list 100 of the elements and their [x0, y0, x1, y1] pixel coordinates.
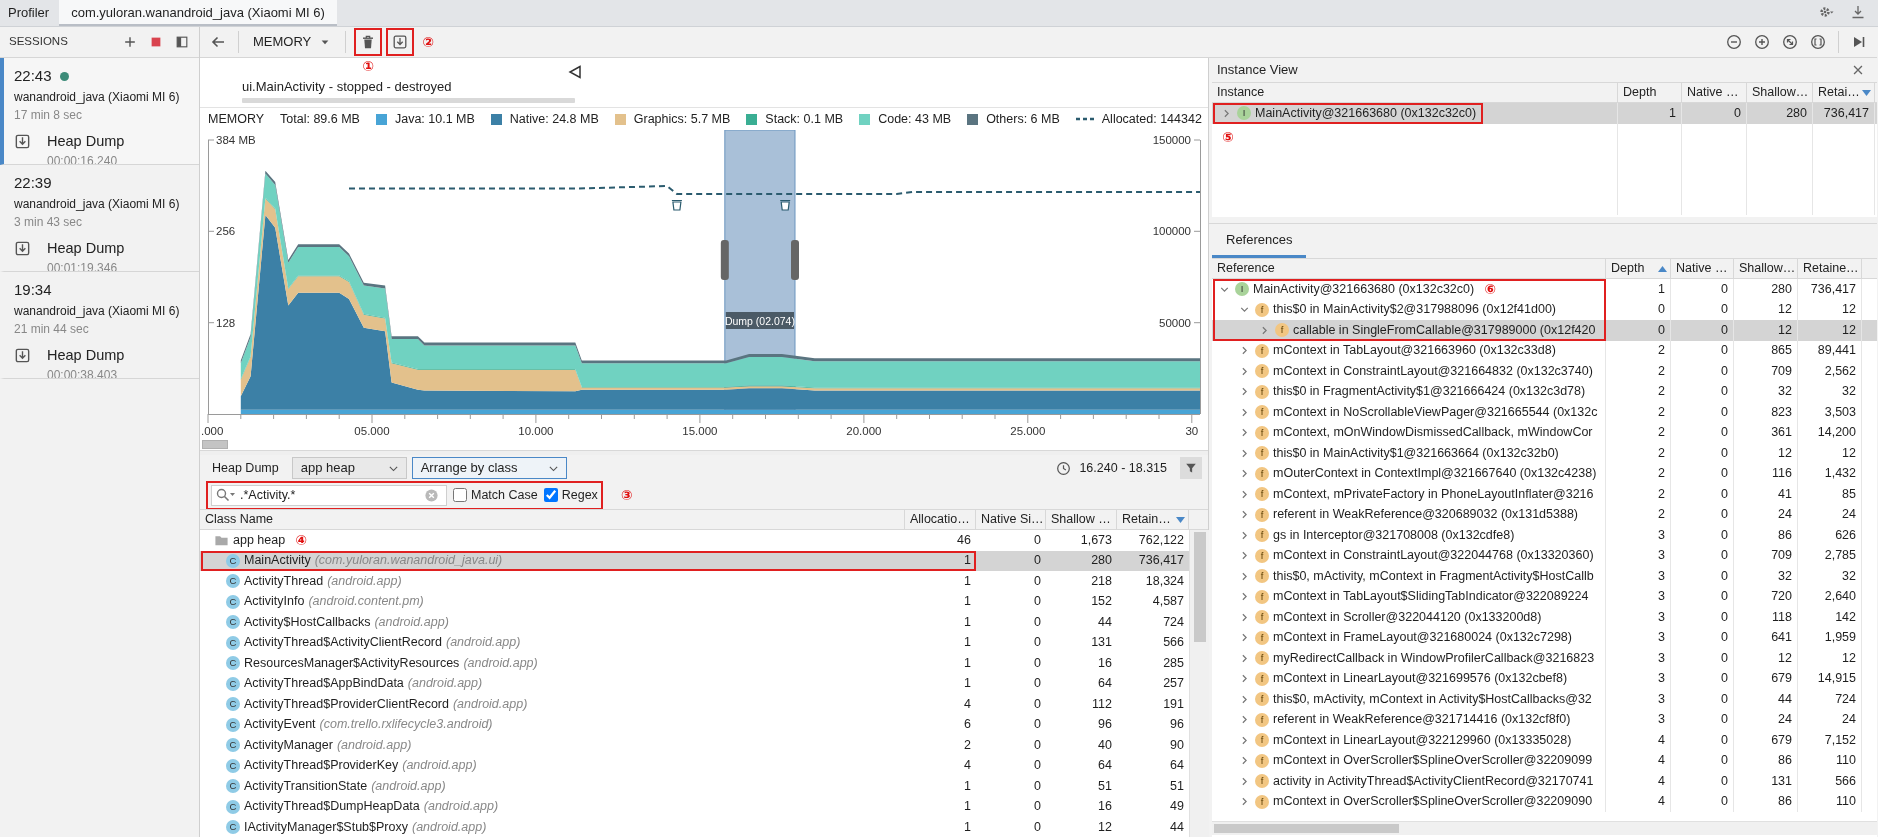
- checkbox-label: Regex: [561, 486, 598, 504]
- table-cell-text: 1: [963, 675, 972, 693]
- table-cell: 86: [1734, 791, 1798, 812]
- legend-label: Allocated: 144342: [1101, 110, 1202, 128]
- table-cell-text: 0: [1033, 798, 1042, 816]
- table-cell: 2: [1606, 463, 1671, 484]
- axis-label: 256: [216, 225, 236, 238]
- reference-name: mContext in TabLayout@321663960 (0x132c33d8): [1273, 342, 1556, 360]
- type-badge: f: [1255, 712, 1269, 727]
- table-cell: 3: [1606, 709, 1671, 730]
- type-badge: C: [226, 635, 240, 650]
- table-cell: 3: [1606, 668, 1671, 689]
- table-cell: 3,503: [1798, 402, 1862, 423]
- table-cell-text: 191: [1162, 695, 1185, 713]
- table-cell: 0: [1671, 750, 1734, 771]
- table-cell: 0: [1671, 545, 1734, 566]
- table-cell: 0: [1671, 709, 1734, 730]
- table-cell: 32: [1734, 566, 1798, 587]
- app-title: Profiler: [7, 4, 51, 22]
- table-cell: 0: [1682, 103, 1747, 124]
- type-badge: f: [1255, 548, 1269, 563]
- table-cell: 3: [1606, 607, 1671, 628]
- table-cell-text: 96: [1097, 716, 1113, 734]
- table-cell: 110: [1798, 750, 1862, 771]
- type-badge: f: [1255, 302, 1269, 317]
- table-cell: 12: [1798, 443, 1862, 464]
- table-cell-text: 44: [1169, 818, 1185, 836]
- reference-name: referent in WeakReference@320689032 (0x131d5388): [1273, 506, 1579, 524]
- table-cell: 86: [1734, 750, 1798, 771]
- table-cell: 86: [1734, 525, 1798, 546]
- table-cell-text: 285: [1162, 654, 1185, 672]
- panel-title: Instance View: [1217, 61, 1298, 80]
- table-cell: 0: [1671, 361, 1734, 382]
- table-cell: 0: [1671, 648, 1734, 669]
- package-name: (com.trello.rxlifecycle3.android): [319, 716, 493, 734]
- reference-name: mContext, mPrivateFactory in PhoneLayoutInflater@3216: [1273, 485, 1594, 503]
- package-name: (android.app): [423, 798, 499, 816]
- table-cell: 0: [1671, 504, 1734, 525]
- table-cell-text: 49: [1169, 798, 1185, 816]
- table-cell: 2: [1606, 381, 1671, 402]
- table-cell-text: 44: [1097, 613, 1113, 631]
- panel-label: Heap Dump: [212, 459, 279, 477]
- table-cell: 4: [1606, 730, 1671, 751]
- table-cell: 709: [1734, 545, 1798, 566]
- annotation-number: ③: [620, 488, 633, 502]
- table-cell: 823: [1734, 402, 1798, 423]
- legend-label: Native: 24.8 MB: [509, 110, 599, 128]
- table-cell: 709: [1734, 361, 1798, 382]
- table-cell: 865: [1734, 340, 1798, 361]
- checkbox-label: Match Case: [471, 486, 538, 504]
- class-name: MainActivity: [244, 552, 311, 570]
- table-cell: 14,200: [1798, 422, 1862, 443]
- reference-name: mContext in LinearLayout@321699576 (0x132cbef8): [1273, 670, 1568, 688]
- type-badge: f: [1255, 384, 1269, 399]
- table-cell: 0: [1671, 279, 1734, 300]
- legend-label: Code: 43 MB: [878, 110, 952, 128]
- table-cell: 0: [1671, 525, 1734, 546]
- table-cell: 679: [1734, 730, 1798, 751]
- type-badge: f: [1255, 630, 1269, 645]
- table-cell-text: 51: [1097, 777, 1113, 795]
- table-cell: 142: [1798, 607, 1862, 628]
- type-badge: C: [226, 820, 240, 835]
- type-badge: f: [1255, 343, 1269, 358]
- table-cell: 24: [1734, 504, 1798, 525]
- table-cell: 116: [1734, 463, 1798, 484]
- table-cell: 2: [1606, 402, 1671, 423]
- type-badge: f: [1255, 651, 1269, 666]
- table-cell-text: 12: [1097, 818, 1113, 836]
- table-cell-text: 64: [1097, 675, 1113, 693]
- table-cell-text: 18,324: [1144, 572, 1185, 590]
- table-cell-text: 1: [963, 593, 972, 611]
- table-cell-text: 218: [1090, 572, 1113, 590]
- axis-label: 50000: [1159, 316, 1191, 329]
- annotation-number: ①: [362, 59, 375, 73]
- table-cell: 24: [1798, 504, 1862, 525]
- table-cell: 724: [1798, 689, 1862, 710]
- device-name: wanandroid_java (Xiaomi MI 6): [14, 88, 181, 106]
- table-cell-text: 257: [1162, 675, 1185, 693]
- table-cell: 2: [1606, 340, 1671, 361]
- table-cell: 32: [1798, 566, 1862, 587]
- table-cell: 2: [1606, 361, 1671, 382]
- table-cell-text: 4: [963, 695, 972, 713]
- type-badge: f: [1255, 446, 1269, 461]
- table-cell: 12: [1798, 320, 1862, 341]
- table-cell: 0: [1671, 320, 1734, 341]
- type-badge: C: [226, 594, 240, 609]
- table-cell: 2: [1606, 484, 1671, 505]
- table-cell-text: 566: [1162, 634, 1185, 652]
- table-cell-text: 1: [963, 777, 972, 795]
- table-cell: 4: [1606, 771, 1671, 792]
- table-cell-text: 112: [1091, 695, 1113, 713]
- type-badge: f: [1255, 733, 1269, 748]
- reference-name: myRedirectCallback in WindowProfilerCallback@3216823: [1273, 649, 1595, 667]
- session-time: 22:43: [14, 66, 52, 86]
- table-cell: 3: [1606, 545, 1671, 566]
- reference-name: mContext in Scroller@322044120 (0x133200d8): [1273, 608, 1542, 626]
- type-badge: f: [1255, 774, 1269, 789]
- table-cell-text: 1: [963, 552, 972, 570]
- table-cell-text: 1: [963, 654, 972, 672]
- type-badge: I: [1237, 106, 1251, 121]
